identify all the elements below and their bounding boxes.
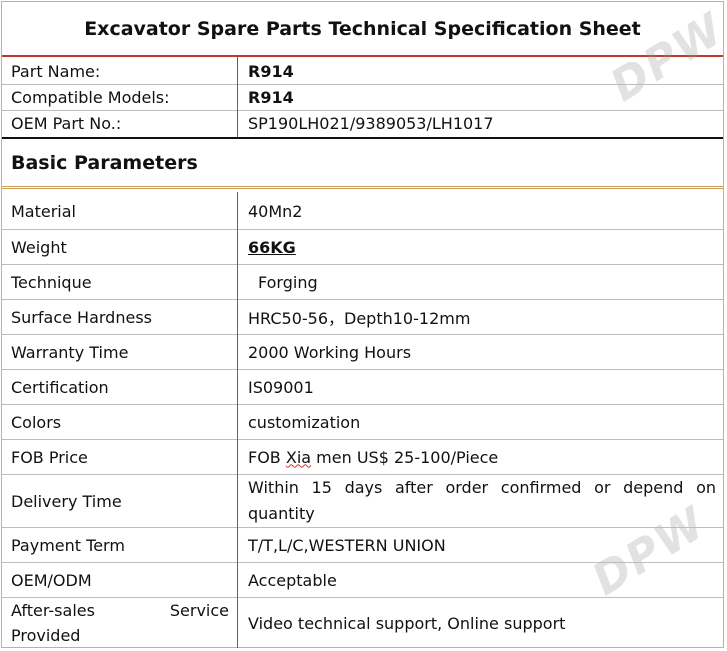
row-part-name: Part Name: R914 bbox=[2, 59, 723, 84]
column-divider-params bbox=[237, 192, 238, 648]
colors-value: customization bbox=[248, 412, 361, 432]
compatible-models-value: R914 bbox=[248, 88, 294, 107]
oem-part-no-value: SP190LH021/9389053/LH1017 bbox=[248, 114, 494, 133]
column-divider-top bbox=[237, 57, 238, 137]
warranty-time-label: Warranty Time bbox=[11, 342, 129, 362]
oem-odm-value: Acceptable bbox=[248, 570, 337, 590]
row-technique: Technique Forging bbox=[2, 265, 723, 299]
technique-label: Technique bbox=[11, 272, 92, 292]
row-fob-price: FOB Price FOB Xia men US$ 25-100/Piece bbox=[2, 440, 723, 474]
delivery-time-value: Within 15 days after order confirmed or … bbox=[248, 475, 716, 527]
material-value: 40Mn2 bbox=[248, 201, 303, 221]
oem-odm-label: OEM/ODM bbox=[11, 570, 92, 590]
delivery-line-1: Within 15 days after order confirmed or … bbox=[248, 478, 716, 497]
colors-label: Colors bbox=[11, 412, 62, 432]
oem-part-no-label: OEM Part No.: bbox=[11, 114, 122, 133]
row-weight: Weight 66KG bbox=[2, 230, 723, 264]
row-material: Material 40Mn2 bbox=[2, 194, 723, 228]
row-compatible-models: Compatible Models: R914 bbox=[2, 85, 723, 110]
fob-price-label: FOB Price bbox=[11, 447, 88, 467]
part-name-value: R914 bbox=[248, 62, 294, 81]
row-surface-hardness: Surface Hardness HRC50-56，Depth10-12mm bbox=[2, 300, 723, 334]
row-after-sales: After-sales Service Provided Video techni… bbox=[2, 598, 723, 648]
after-sales-value: Video technical support, Online support bbox=[248, 613, 566, 633]
row-warranty-time: Warranty Time 2000 Working Hours bbox=[2, 335, 723, 369]
payment-term-label: Payment Term bbox=[11, 535, 125, 555]
delivery-time-label: Delivery Time bbox=[11, 491, 122, 511]
section-title: Basic Parameters bbox=[11, 151, 198, 174]
certification-value: IS09001 bbox=[248, 377, 314, 397]
part-name-label: Part Name: bbox=[11, 62, 101, 81]
row-payment-term: Payment Term T/T,L/C,WESTERN UNION bbox=[2, 528, 723, 562]
after-sales-word-1: After-sales bbox=[11, 601, 95, 620]
fob-suffix: men US$ 25-100/Piece bbox=[311, 447, 499, 467]
section-basic-parameters: Basic Parameters bbox=[2, 137, 723, 189]
weight-value: 66KG bbox=[248, 237, 296, 257]
after-sales-word-3: Provided bbox=[11, 626, 81, 645]
fob-prefix: FOB bbox=[248, 447, 286, 467]
material-label: Material bbox=[11, 201, 76, 221]
surface-hardness-value: HRC50-56，Depth10-12mm bbox=[248, 309, 471, 328]
row-delivery-time: Delivery Time Within 15 days after order… bbox=[2, 475, 723, 527]
sheet-title: Excavator Spare Parts Technical Specific… bbox=[2, 2, 723, 57]
delivery-line-2: quantity bbox=[248, 504, 315, 523]
payment-term-value: T/T,L/C,WESTERN UNION bbox=[248, 535, 446, 555]
row-oem-odm: OEM/ODM Acceptable bbox=[2, 563, 723, 597]
after-sales-word-2: Service bbox=[169, 601, 229, 620]
spec-sheet: Excavator Spare Parts Technical Specific… bbox=[1, 1, 727, 648]
surface-hardness-label: Surface Hardness bbox=[11, 307, 152, 327]
weight-label: Weight bbox=[11, 237, 67, 257]
row-oem-part-no: OEM Part No.: SP190LH021/9389053/LH1017 bbox=[2, 111, 723, 136]
fob-xia: Xia bbox=[285, 447, 312, 467]
after-sales-label: After-sales Service Provided bbox=[11, 598, 229, 648]
fob-price-value: FOB Xia men US$ 25-100/Piece bbox=[248, 448, 498, 467]
certification-label: Certification bbox=[11, 377, 109, 397]
row-certification: Certification IS09001 bbox=[2, 370, 723, 404]
warranty-time-value: 2000 Working Hours bbox=[248, 342, 412, 362]
technique-value: Forging bbox=[258, 272, 318, 292]
row-colors: Colors customization bbox=[2, 405, 723, 439]
compatible-models-label: Compatible Models: bbox=[11, 88, 170, 107]
